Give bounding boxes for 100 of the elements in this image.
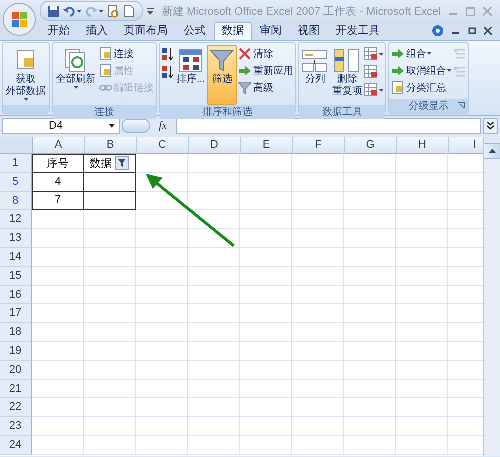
table-cell bbox=[240, 398, 292, 418]
table-cell bbox=[292, 154, 344, 173]
split-handle[interactable] bbox=[484, 137, 500, 144]
table-cell bbox=[136, 417, 188, 436]
ribbon-button[interactable]: 分列 bbox=[300, 45, 330, 105]
table-cell bbox=[188, 417, 240, 436]
print-preview-button[interactable] bbox=[107, 4, 120, 18]
row-header[interactable]: 5 bbox=[0, 172, 32, 192]
document-icon bbox=[99, 64, 113, 78]
column-header[interactable]: B bbox=[85, 137, 137, 154]
row-header[interactable]: 12 bbox=[0, 210, 32, 230]
dialog-launcher-icon[interactable] bbox=[458, 102, 466, 109]
column-header[interactable]: I bbox=[449, 137, 484, 154]
scroll-up-icon[interactable] bbox=[488, 149, 496, 153]
table-cell bbox=[396, 323, 448, 342]
customize-caret-icon[interactable] bbox=[147, 8, 154, 14]
ribbon-button[interactable]: 重新应用 bbox=[237, 63, 294, 78]
ribbon-button[interactable]: 取消组合 bbox=[390, 63, 454, 78]
outline-icon bbox=[453, 47, 468, 61]
table-cell bbox=[188, 323, 240, 342]
insert-function-button[interactable]: fx bbox=[152, 120, 174, 132]
group-label: 分级显示 bbox=[389, 99, 468, 113]
row-header[interactable]: 8 bbox=[0, 192, 32, 210]
ribbon-button[interactable]: 连接 bbox=[98, 46, 155, 61]
ribbon-button[interactable]: 组合 bbox=[390, 46, 454, 61]
window-title: 新建 Microsoft Office Excel 2007 工作表 - Microsoft Excel bbox=[160, 4, 442, 18]
ribbon-tab[interactable]: 插入 bbox=[78, 22, 116, 40]
table-cell bbox=[240, 248, 292, 267]
column-header[interactable]: D bbox=[189, 137, 241, 154]
funnel-icon bbox=[238, 80, 252, 94]
row-header[interactable]: 21 bbox=[0, 380, 32, 398]
arrow-icon bbox=[391, 64, 406, 78]
ribbon-tab[interactable]: 开发工具 bbox=[328, 22, 388, 40]
row-header[interactable]: 1 bbox=[0, 154, 32, 173]
formula-input[interactable] bbox=[176, 118, 481, 134]
table-cell bbox=[240, 286, 292, 304]
table-cell bbox=[344, 248, 396, 267]
row-header[interactable]: 23 bbox=[0, 417, 32, 436]
ribbon-tab[interactable]: 页面布局 bbox=[116, 22, 176, 40]
close-icon[interactable] bbox=[484, 27, 492, 35]
office-logo-icon[interactable] bbox=[3, 3, 36, 36]
table-cell bbox=[344, 304, 396, 324]
columns-icon bbox=[302, 48, 328, 74]
undo-button[interactable] bbox=[63, 4, 82, 18]
ribbon-button[interactable]: 全部刷新 bbox=[54, 45, 98, 105]
column-header[interactable]: G bbox=[345, 137, 397, 154]
row-header[interactable]: 17 bbox=[0, 304, 32, 324]
table-cell bbox=[136, 380, 188, 398]
restore-icon[interactable] bbox=[468, 27, 476, 35]
row-header[interactable]: 18 bbox=[0, 323, 32, 342]
row-header[interactable]: 20 bbox=[0, 360, 32, 380]
ribbon-tab[interactable]: 公式 bbox=[176, 22, 214, 40]
ribbon-button[interactable] bbox=[161, 46, 175, 62]
sort-icon bbox=[178, 48, 204, 74]
table-cell bbox=[344, 266, 396, 286]
ribbon-button[interactable]: 删除 重复项 bbox=[330, 45, 364, 105]
table-cell bbox=[188, 172, 240, 192]
ribbon-button[interactable]: 分类汇总 bbox=[390, 80, 454, 95]
ribbon-button[interactable]: 筛选 bbox=[207, 45, 238, 105]
column-header[interactable]: F bbox=[293, 137, 345, 154]
table-cell bbox=[188, 398, 240, 418]
table-cell bbox=[344, 192, 396, 210]
group-label: 排序和筛选 bbox=[160, 105, 296, 119]
row-header[interactable]: 24 bbox=[0, 436, 32, 455]
ribbon-button[interactable]: 清除 bbox=[237, 46, 294, 61]
caret-icon bbox=[74, 86, 78, 89]
column-header[interactable]: H bbox=[397, 137, 449, 154]
column-header[interactable]: C bbox=[137, 137, 189, 154]
table-cell bbox=[292, 266, 344, 286]
table-icon bbox=[364, 47, 378, 61]
ribbon-tab[interactable]: 数据 bbox=[214, 22, 252, 40]
row-header[interactable]: 22 bbox=[0, 398, 32, 418]
new-document-button[interactable] bbox=[123, 4, 136, 18]
ribbon-button[interactable]: 排序... bbox=[175, 45, 208, 105]
name-box[interactable]: D4 bbox=[2, 118, 120, 134]
table-cell bbox=[344, 342, 396, 361]
ribbon-tab[interactable]: 开始 bbox=[40, 22, 78, 40]
clear-icon bbox=[238, 46, 252, 60]
filter-dropdown-button[interactable] bbox=[115, 156, 129, 170]
row-header[interactable]: 14 bbox=[0, 248, 32, 267]
table-cell bbox=[396, 154, 448, 173]
table-cell bbox=[188, 210, 240, 230]
row-header[interactable]: 15 bbox=[0, 266, 32, 286]
column-header[interactable]: E bbox=[241, 137, 293, 154]
column-header[interactable]: A bbox=[33, 137, 85, 154]
ribbon-button[interactable]: 高级 bbox=[237, 80, 294, 95]
table-cell bbox=[344, 360, 396, 380]
expand-button[interactable] bbox=[483, 118, 498, 134]
ribbon-tab[interactable]: 审阅 bbox=[252, 22, 290, 40]
resize-handle[interactable] bbox=[122, 119, 150, 133]
help-icon[interactable] bbox=[432, 25, 444, 37]
row-header[interactable]: 19 bbox=[0, 342, 32, 361]
ribbon-button[interactable]: 获取 外部数据 bbox=[4, 45, 48, 105]
ribbon-button[interactable] bbox=[161, 64, 175, 80]
table-cell bbox=[344, 172, 396, 192]
vertical-scrollbar[interactable] bbox=[483, 137, 500, 456]
ribbon-tab[interactable]: 视图 bbox=[290, 22, 328, 40]
row-header[interactable]: 13 bbox=[0, 229, 32, 248]
save-button[interactable] bbox=[47, 4, 60, 18]
row-header[interactable]: 16 bbox=[0, 286, 32, 304]
